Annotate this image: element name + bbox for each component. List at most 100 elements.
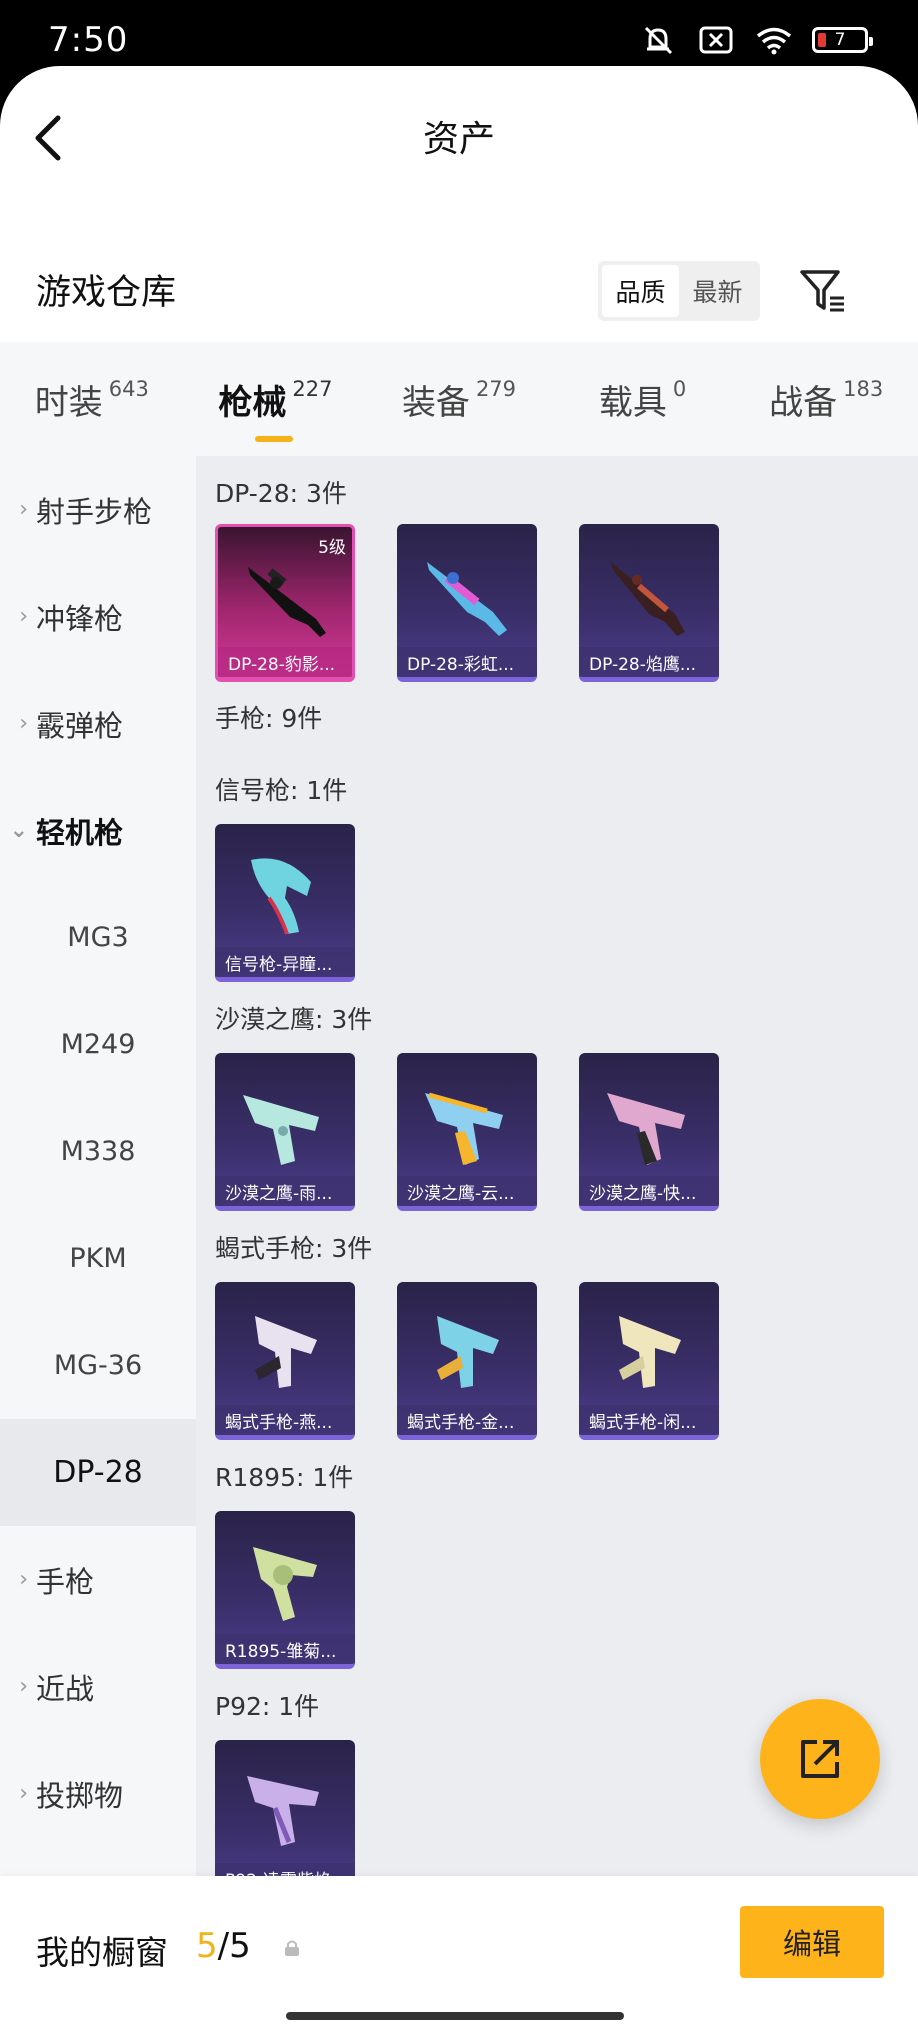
sidebar-item-label: 投掷物 xyxy=(36,1778,124,1813)
status-bar: 7:50 7 xyxy=(0,0,918,66)
tab-label: 装备 xyxy=(401,382,470,423)
item-label: 沙漠之鹰-快... xyxy=(579,1176,719,1206)
sidebar-item-label: 手枪 xyxy=(36,1564,95,1599)
item-label: DP-28-焰鹰... xyxy=(579,647,719,677)
section-title: 沙漠之鹰: 3件 xyxy=(215,1005,373,1034)
share-icon xyxy=(801,1740,839,1778)
page-title: 资产 xyxy=(422,119,495,160)
sidebar-subitem-pkm[interactable]: PKM xyxy=(0,1205,196,1312)
tab-gear[interactable]: 战备 183 xyxy=(734,342,918,456)
chevron-right-icon: › xyxy=(19,1674,28,1699)
battery-level: 7 xyxy=(834,30,846,50)
sidebar-item-shotgun[interactable]: › 霰弹枪 xyxy=(0,670,196,777)
gun-skin-image xyxy=(253,1547,317,1621)
sidebar-subitem-mg36[interactable]: MG-36 xyxy=(0,1312,196,1419)
section-title: DP-28: 3件 xyxy=(215,479,347,508)
section-title: R1895: 1件 xyxy=(215,1463,354,1492)
sidebar-item-label: 霰弹枪 xyxy=(36,708,124,743)
mute-icon xyxy=(638,24,678,56)
gun-skin-image xyxy=(437,1316,499,1388)
gun-skin-image xyxy=(243,1095,319,1165)
gun-skin-image xyxy=(248,567,326,637)
sidebar-subitem-dp28[interactable]: DP-28 xyxy=(0,1419,196,1526)
item-label: 信号枪-异瞳... xyxy=(215,947,355,977)
section-title: 手枪: 9件 xyxy=(215,704,323,733)
sidebar-item-lmg[interactable]: ⌄ 轻机枪 xyxy=(0,777,196,884)
tab-label: 枪械 xyxy=(218,382,287,423)
item-card[interactable]: DP-28-彩虹... xyxy=(397,524,537,682)
showcase-quota-total: /5 xyxy=(217,1926,251,1966)
chevron-right-icon: › xyxy=(19,1567,28,1592)
gun-skin-image xyxy=(619,1316,681,1388)
section-title: 蝎式手枪: 3件 xyxy=(215,1234,373,1263)
sidebar-item-melee[interactable]: › 近战 xyxy=(0,1633,196,1740)
sidebar-item-smg[interactable]: › 冲锋枪 xyxy=(0,563,196,670)
warehouse-title: 游戏仓库 xyxy=(36,273,177,313)
item-label: P92-凌霄紫焰 xyxy=(215,1863,355,1876)
status-icons: 7 xyxy=(638,24,873,56)
item-card[interactable]: DP-28-焰鹰... xyxy=(579,524,719,682)
sidebar-subitem-m338[interactable]: M338 xyxy=(0,1098,196,1205)
item-card[interactable]: 蝎式手枪-燕... xyxy=(215,1282,355,1440)
gun-skin-image xyxy=(427,562,507,636)
sidebar-item-pistol[interactable]: › 手枪 xyxy=(0,1526,196,1633)
sidebar-item-label: 射手步枪 xyxy=(36,494,153,529)
filter-button[interactable] xyxy=(796,264,852,320)
sort-toggle: 品质 最新 xyxy=(598,261,760,321)
gun-skin-image xyxy=(611,562,685,636)
item-card[interactable]: R1895-雏菊... xyxy=(215,1511,355,1669)
section-title: 信号枪: 1件 xyxy=(215,776,348,805)
gun-skin-image xyxy=(251,858,311,935)
chevron-right-icon: › xyxy=(19,711,28,736)
section-title: P92: 1件 xyxy=(215,1692,320,1721)
gun-skin-image xyxy=(425,1092,503,1165)
tab-count: 227 xyxy=(292,377,333,401)
sidebar-item-label: 近战 xyxy=(36,1671,95,1706)
tab-fashion[interactable]: 时装 643 xyxy=(0,342,184,456)
item-card[interactable]: 蝎式手枪-闲... xyxy=(579,1282,719,1440)
item-label: DP-28-豹影... xyxy=(218,647,352,677)
item-label: DP-28-彩虹... xyxy=(397,647,537,677)
sidebar-subitem-m249[interactable]: M249 xyxy=(0,991,196,1098)
item-label: 蝎式手枪-金... xyxy=(397,1405,537,1435)
lock-icon xyxy=(285,1940,299,1956)
item-label: 沙漠之鹰-云... xyxy=(397,1176,537,1206)
sim-off-icon xyxy=(696,24,736,56)
battery-icon: 7 xyxy=(812,27,873,53)
item-card[interactable]: 沙漠之鹰-雨... xyxy=(215,1053,355,1211)
sidebar-subitem-mg3[interactable]: MG3 xyxy=(0,884,196,991)
tab-count: 183 xyxy=(843,377,884,401)
category-sidebar: › 射手步枪 › 冲锋枪 › 霰弹枪 ⌄ 轻机枪 MG3 M249 M338 PKM M… xyxy=(0,456,196,1876)
sidebar-item-throwables[interactable]: › 投掷物 xyxy=(0,1740,196,1847)
filter-icon xyxy=(800,270,844,312)
item-label: R1895-雏菊... xyxy=(215,1634,355,1664)
share-fab-button[interactable] xyxy=(760,1699,880,1819)
tab-label: 载具 xyxy=(598,382,667,423)
sort-newest-button[interactable]: 最新 xyxy=(679,265,756,317)
gun-skin-image xyxy=(607,1093,685,1165)
sidebar-item-label: 冲锋枪 xyxy=(36,601,124,636)
item-card[interactable]: P92-凌霄紫焰 xyxy=(215,1740,355,1876)
tab-guns[interactable]: 枪械 227 xyxy=(184,342,368,456)
chevron-right-icon: › xyxy=(19,604,28,629)
sidebar-item-marksman-rifle[interactable]: › 射手步枪 xyxy=(0,456,196,563)
showcase-quota: 5/5 xyxy=(196,1926,251,1966)
chevron-down-icon: ⌄ xyxy=(9,818,28,843)
home-indicator[interactable] xyxy=(286,2012,624,2020)
tab-label: 时装 xyxy=(34,382,103,423)
app-screen: 资产 游戏仓库 品质 最新 时装 643 枪械 227 装备 279 载具 0 战备 18… xyxy=(0,66,918,2040)
item-card[interactable]: 信号枪-异瞳... xyxy=(215,824,355,982)
item-card[interactable]: 沙漠之鹰-快... xyxy=(579,1053,719,1211)
edit-button[interactable]: 编辑 xyxy=(740,1906,884,1978)
item-card[interactable]: 5级 DP-28-豹影... xyxy=(215,524,355,682)
sort-quality-button[interactable]: 品质 xyxy=(602,265,679,317)
status-time: 7:50 xyxy=(48,20,129,60)
item-card[interactable]: 蝎式手枪-金... xyxy=(397,1282,537,1440)
tab-vehicles[interactable]: 载具 0 xyxy=(551,342,735,456)
showcase-quota-current: 5 xyxy=(196,1926,218,1966)
tab-equipment[interactable]: 装备 279 xyxy=(367,342,551,456)
tab-count: 643 xyxy=(108,377,149,401)
item-card[interactable]: 沙漠之鹰-云... xyxy=(397,1053,537,1211)
tab-count: 0 xyxy=(672,377,687,401)
item-label: 蝎式手枪-闲... xyxy=(579,1405,719,1435)
